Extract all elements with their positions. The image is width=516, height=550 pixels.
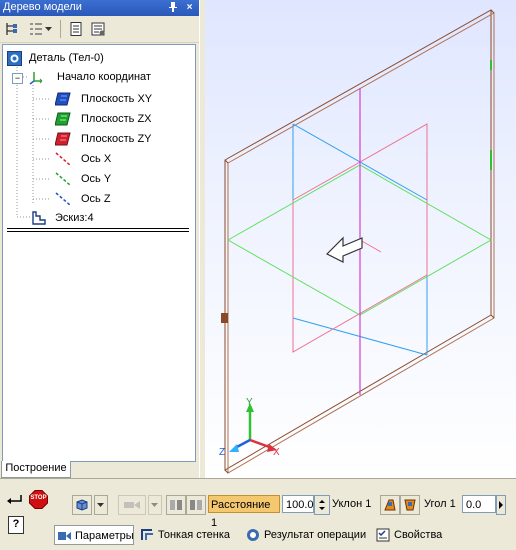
pin-icon[interactable] [166,1,179,14]
angle-scroll-arrow[interactable] [496,495,506,515]
reverse-icon[interactable] [166,495,186,515]
model-tree-panel: Дерево модели × Деталь (Тел-0) − Начало … [0,0,199,478]
tree-structure-icon[interactable] [2,19,22,39]
slope-label: Уклон 1 [332,498,372,510]
thin-wall-icon [140,528,155,542]
plane-xy-icon [54,92,71,106]
triad-y-label: Y [246,397,253,408]
slope-in-icon[interactable] [380,495,400,515]
parameters-row: Расстояние 1 100.0 Уклон 1 Угол 1 0.0 [70,492,516,529]
origin-icon [29,70,43,85]
scene-drawing: Y X Z [219,9,495,474]
operation-result-icon [246,528,261,542]
sketch-icon [31,211,46,225]
distance-label: Расстояние 1 [208,495,280,529]
tab-thin-wall[interactable]: Тонкая стенка [138,525,242,545]
property-tabs: Параметры Тонкая стенка Результат операц… [52,523,516,547]
chevron-down-icon[interactable] [94,495,108,515]
stop-button[interactable]: STOP [29,490,48,509]
help-button[interactable]: ? [8,516,24,534]
enter-icon[interactable] [6,494,24,508]
3d-viewport[interactable]: Y X Z [205,0,516,478]
cube-view-icon[interactable] [72,495,92,515]
tab-operation-result[interactable]: Результат операции [244,525,372,545]
tree-toolbar [0,16,199,43]
plane-zx-icon [54,112,71,126]
triad-z-label: Z [219,447,225,458]
distance-spinner[interactable] [314,495,330,515]
rollback-bar[interactable] [7,228,189,232]
axis-y-icon [55,172,71,186]
axis-z-icon [55,192,71,206]
direction-arrow [325,236,363,263]
chevron-down-icon[interactable] [44,19,54,39]
coordinate-triad [229,403,277,452]
symmetric-icon[interactable] [186,495,206,515]
close-panel-button[interactable]: × [183,1,196,14]
plane-zy-icon [54,132,71,146]
distance-input[interactable]: 100.0 [282,495,314,513]
properties-icon [376,528,391,542]
axis-x-icon [55,152,71,166]
part-icon [7,51,22,66]
toolbar-separator [60,20,61,38]
tab-construction[interactable]: Построение [1,461,71,478]
document-icon[interactable] [66,19,86,39]
tree-view-mode-icon[interactable] [26,19,46,39]
angle-label: Угол 1 [424,498,456,510]
panel-titlebar: Дерево модели × [0,0,199,16]
direction-icon[interactable] [118,495,146,515]
model-tree: Деталь (Тел-0) − Начало координат Плоско… [2,44,196,462]
tab-properties[interactable]: Свойства [374,525,454,545]
panel-title: Дерево модели [3,1,82,13]
chevron-down-icon[interactable] [148,495,162,515]
property-panel-controls: STOP ? [0,482,52,549]
collapse-toggle[interactable]: − [12,73,23,84]
handle-marker [221,313,228,323]
list-settings-icon[interactable] [88,19,108,39]
angle-input[interactable]: 0.0 [462,495,496,513]
parameters-icon [57,529,72,543]
triad-x-label: X [273,447,280,458]
tab-parameters[interactable]: Параметры [54,525,134,545]
slope-out-icon[interactable] [400,495,420,515]
